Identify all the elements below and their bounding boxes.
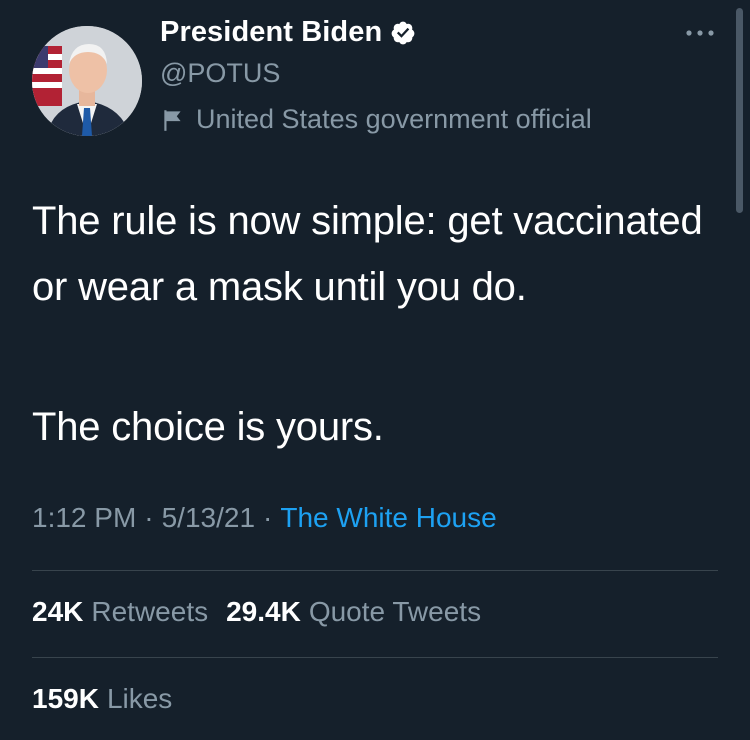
government-flag-icon <box>160 107 186 133</box>
quote-tweets-stat[interactable]: 29.4K Quote Tweets <box>226 596 499 628</box>
retweets-label: Retweets <box>91 596 209 627</box>
divider <box>32 657 718 658</box>
author-handle[interactable]: @POTUS <box>160 58 280 89</box>
quote-tweets-count: 29.4K <box>226 596 301 627</box>
tweet-detail: President Biden @POTUS United States gov… <box>0 0 750 740</box>
tweet-text-second-paragraph: The choice is yours. <box>32 405 384 449</box>
tweet-meta: 1:12 PM · 5/13/21 · The White House <box>32 502 497 534</box>
retweets-stat[interactable]: 24K Retweets <box>32 596 226 628</box>
more-options-icon[interactable] <box>684 24 716 42</box>
engagement-row: 24K Retweets 29.4K Quote Tweets <box>32 596 499 628</box>
author-name-row[interactable]: President Biden <box>160 16 416 49</box>
separator: · <box>144 502 154 533</box>
likes-label: Likes <box>106 683 173 714</box>
tweet-source-link[interactable]: The White House <box>280 502 496 534</box>
tweet-text: The rule is now simple: get vaccinated o… <box>32 199 703 309</box>
display-name[interactable]: President Biden <box>160 16 382 49</box>
quote-tweets-label: Quote Tweets <box>308 596 482 627</box>
likes-stat[interactable]: 159K Likes <box>32 683 190 715</box>
separator: · <box>263 502 273 533</box>
divider <box>32 570 718 571</box>
scrollbar[interactable] <box>736 8 743 213</box>
government-label-text: United States government official <box>196 104 592 134</box>
verified-badge-icon <box>390 20 416 46</box>
tweet-date[interactable]: 5/13/21 <box>162 502 255 534</box>
retweets-count: 24K <box>32 596 84 627</box>
avatar[interactable] <box>32 26 142 136</box>
tweet-time[interactable]: 1:12 PM <box>32 502 136 534</box>
likes-count: 159K <box>32 683 99 714</box>
government-label[interactable]: United States government official <box>160 104 592 135</box>
likes-row: 159K Likes <box>32 683 190 715</box>
